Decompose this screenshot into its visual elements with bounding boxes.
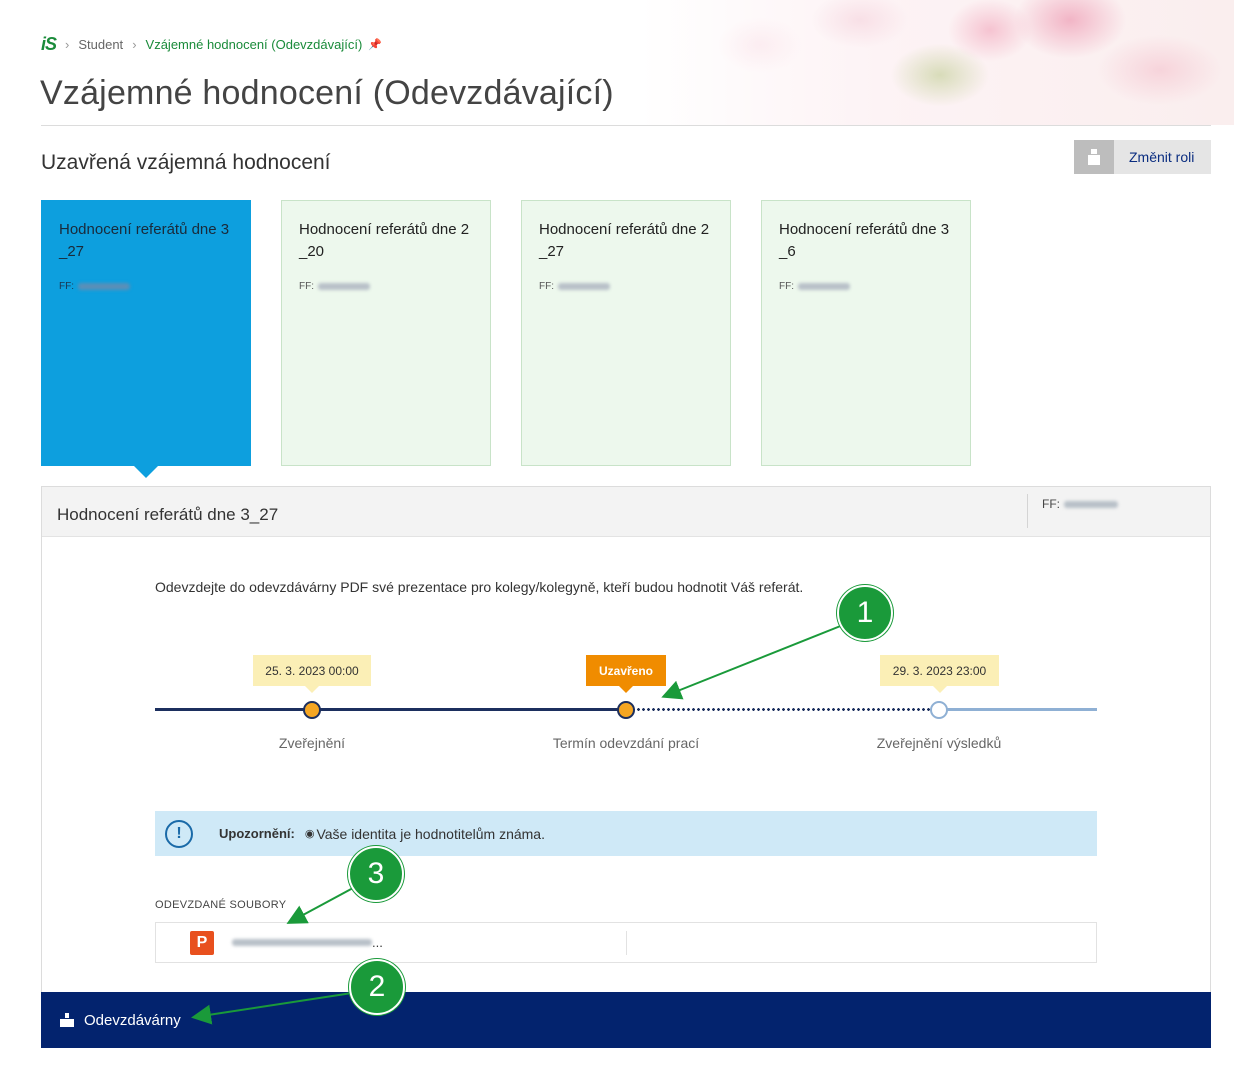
annotation-marker-2: 2 — [349, 959, 405, 1015]
annotation-arrows — [191, 624, 844, 1025]
annotation-marker-1: 1 — [837, 585, 893, 641]
annotation-marker-3: 3 — [348, 846, 404, 902]
